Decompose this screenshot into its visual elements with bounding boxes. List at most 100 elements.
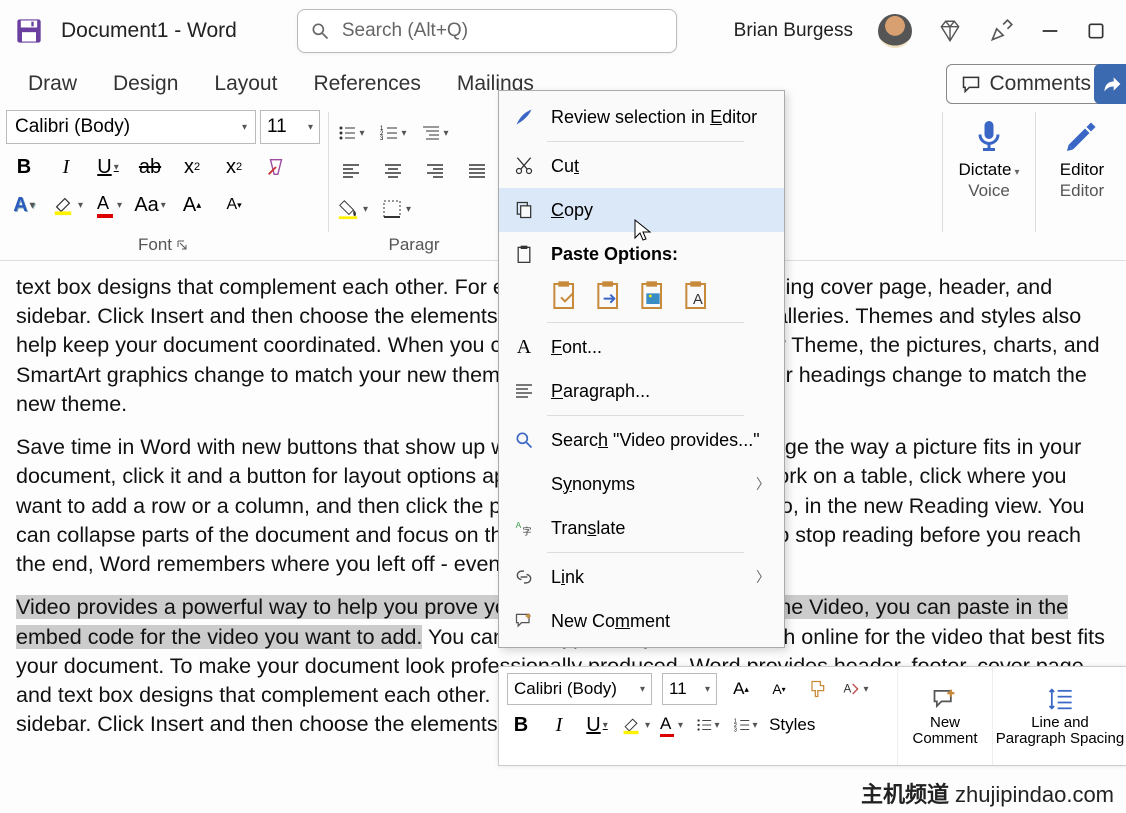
ctx-link[interactable]: Link 〉 [499,555,784,599]
shrink-font-button[interactable]: A▾ [220,191,248,219]
ctx-cut[interactable]: Cut [499,144,784,188]
font-group-label: Font [138,235,172,255]
editor-group-label: Editor [1044,180,1120,202]
search-placeholder: Search (Alt+Q) [342,20,468,42]
scissors-icon [513,155,535,177]
ctx-review-label: Review selection in Editor [551,107,757,128]
bullets-button[interactable] [337,119,365,147]
avatar[interactable] [878,14,912,48]
tab-references[interactable]: References [313,72,420,96]
ctx-review[interactable]: Review selection in Editor [499,95,784,139]
mini-bold[interactable]: B [507,711,535,739]
mini-format-painter[interactable] [803,675,831,703]
mini-shrink-font[interactable]: A▾ [765,675,793,703]
borders-button[interactable] [382,199,411,219]
font-name-value: Calibri (Body) [15,116,130,138]
paste-text-only-icon[interactable]: A [681,280,713,312]
mini-line-spacing[interactable]: Line and Paragraph Spacing [992,667,1126,765]
paste-picture-icon[interactable] [637,280,669,312]
ctx-paragraph[interactable]: Paragraph... [499,369,784,413]
ctx-search-label: Search "Video provides..." [551,430,760,451]
chevron-right-icon: 〉 [756,567,770,587]
maximize-icon[interactable] [1086,21,1106,41]
change-case-button[interactable]: Aa [136,191,164,219]
mini-size-select[interactable]: 11▾ [662,673,717,705]
search-input[interactable]: Search (Alt+Q) [297,9,677,53]
paste-merge-icon[interactable] [593,280,625,312]
mini-highlight[interactable] [621,715,650,735]
dictate-button[interactable]: Dictate [951,110,1027,180]
context-menu: Review selection in Editor Cut Copy Past… [498,90,785,648]
paragraph-icon [513,380,535,402]
paste-keep-source-icon[interactable] [549,280,581,312]
quill-icon [513,106,535,128]
microphone-icon [971,118,1007,154]
subscript-button[interactable]: x2 [178,153,206,181]
ctx-synonyms[interactable]: Synonyms 〉 [499,462,784,506]
editor-label: Editor [1060,160,1104,180]
save-icon[interactable] [15,17,43,45]
mini-grow-font[interactable]: A▴ [727,675,755,703]
mini-numbering[interactable]: 123 [731,711,759,739]
font-size-value: 11 [267,116,287,138]
svg-text:A: A [693,292,703,308]
link-icon [513,566,535,588]
dialog-launcher-icon[interactable] [176,239,188,251]
align-center-button[interactable] [379,157,407,185]
watermark-label: 主机频道 [861,782,949,807]
mini-toolbar: Calibri (Body)▾ 11▾ A▴ A▾ A B I U A 123 … [498,666,1126,766]
editor-button[interactable]: Editor [1044,110,1120,180]
mini-underline[interactable]: U [583,711,611,739]
ctx-search[interactable]: Search "Video provides..." [499,418,784,462]
justify-button[interactable] [463,157,491,185]
highlight-button[interactable] [52,194,83,216]
ctx-cut-label: Cut [551,156,579,177]
new-comment-icon [931,685,959,713]
tab-design[interactable]: Design [113,72,178,96]
mini-italic[interactable]: I [545,711,573,739]
underline-button[interactable]: U [94,153,122,181]
mini-spacing-label: Line and Paragraph Spacing [995,715,1125,748]
watermark: 主机频道zhujipindao.com [861,777,1114,809]
mini-styles-label[interactable]: Styles [769,715,815,735]
font-color-button[interactable]: A [97,193,122,218]
superscript-button[interactable]: x2 [220,153,248,181]
pen-icon[interactable] [988,18,1014,44]
mini-font-select[interactable]: Calibri (Body)▾ [507,673,652,705]
italic-button[interactable]: I [52,153,80,181]
tab-draw[interactable]: Draw [28,72,77,96]
align-left-button[interactable] [337,157,365,185]
font-icon: A [513,336,535,358]
clear-format-button[interactable] [262,153,290,181]
watermark-url: zhujipindao.com [955,782,1114,807]
ctx-translate[interactable]: A字 Translate [499,506,784,550]
grow-font-button[interactable]: A▴ [178,191,206,219]
multilevel-button[interactable] [421,119,449,147]
bold-button[interactable]: B [10,153,38,181]
share-icon [1102,74,1122,94]
numbering-button[interactable]: 123 [379,119,407,147]
ctx-font[interactable]: A Font... [499,325,784,369]
font-size-select[interactable]: 11▾ [260,110,320,144]
ctx-copy-label: Copy [551,200,593,221]
font-name-select[interactable]: Calibri (Body)▾ [6,110,256,144]
mini-bullets[interactable] [693,711,721,739]
text-effect-button[interactable]: A [10,191,38,219]
diamond-icon[interactable] [937,18,963,44]
strikethrough-button[interactable]: ab [136,153,164,181]
tab-layout[interactable]: Layout [214,72,277,96]
comments-button[interactable]: Comments [946,64,1106,104]
svg-text:3: 3 [733,727,736,733]
ctx-new-comment[interactable]: New Comment [499,599,784,643]
minimize-icon[interactable] [1039,20,1061,42]
search-icon [513,429,535,451]
mini-styles-dropdown[interactable]: A [841,675,869,703]
share-button[interactable] [1094,64,1126,104]
editor-icon [1064,118,1100,154]
shading-button[interactable] [337,198,368,220]
document-title: Document1 - Word [61,19,237,43]
mini-new-comment[interactable]: New Comment [897,667,992,765]
line-spacing-icon [1046,685,1074,713]
align-right-button[interactable] [421,157,449,185]
mini-font-color[interactable]: A [660,714,683,737]
